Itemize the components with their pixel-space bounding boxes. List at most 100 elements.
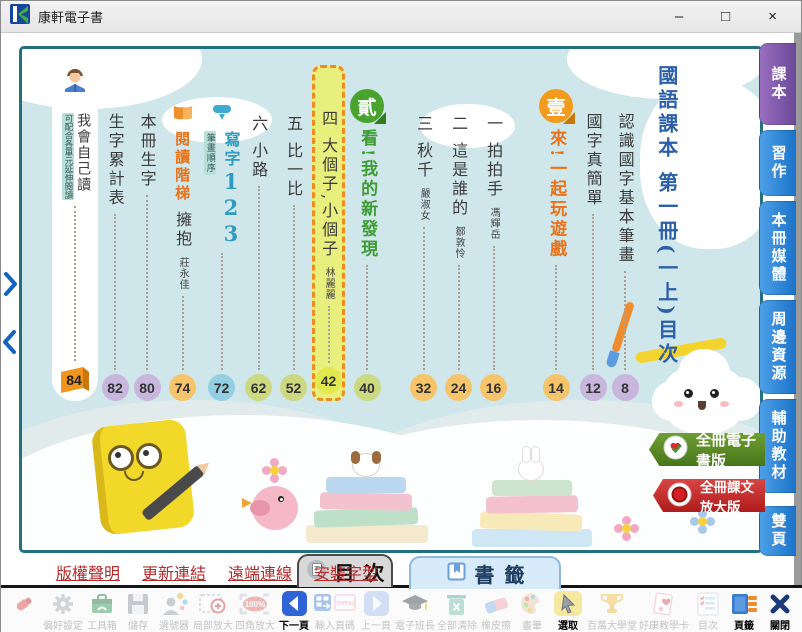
toolbar-好康教學卡[interactable]: 好康教學卡 [639, 590, 689, 632]
toolbar-上一頁[interactable]: 上一頁 [359, 590, 393, 632]
footer-link[interactable]: 更新連結 [142, 560, 206, 584]
toolbar-label: 全部清除 [437, 617, 477, 632]
toc-entry[interactable]: 閱讀階梯擁抱莊永佳74 [164, 65, 201, 401]
marker-icon [11, 590, 37, 617]
side-tab-本冊媒體[interactable]: 本冊媒體 [759, 201, 796, 295]
toc-entry-text: 閱讀階梯擁抱莊永佳 [174, 131, 191, 290]
toolbar-輸入頁碼[interactable]: menu輸入頁碼 [313, 590, 357, 632]
toolbar-偏好設定[interactable]: 偏好設定 [43, 590, 83, 632]
ribbon-button-green[interactable]: 全冊電子書版 [649, 433, 765, 466]
book-stack [300, 429, 440, 553]
toolbar-label: 目次 [698, 617, 718, 632]
toc-entry-text: 一拍拍手馮輝岳 [485, 115, 502, 240]
app-logo-icon [9, 3, 31, 30]
boy-reading-icon [59, 67, 91, 98]
page-number: 16 [480, 374, 507, 401]
dotted-leader [74, 206, 76, 361]
footer-links: 版權聲明更新連結遠端連線安裝字型 [56, 560, 378, 584]
toc-entry-text: 生字累計表 [106, 113, 123, 208]
footer-link[interactable]: 安裝字型 [314, 560, 378, 584]
toolbar-目次[interactable]: 目次 [691, 590, 725, 632]
app-title: 康軒電子書 [38, 7, 103, 26]
record-icon [667, 482, 692, 510]
toolbar-label: 電子班長 [395, 617, 435, 632]
close-button[interactable]: × [768, 9, 777, 24]
toolbar-marker[interactable] [7, 590, 41, 617]
zoom-corner-icon: 100% [236, 590, 274, 617]
toolbar-選取[interactable]: 選取 [551, 590, 585, 632]
toc-entry[interactable]: 生字累計表82 [100, 65, 130, 401]
toolbar-頁籤[interactable]: 頁籤 [727, 590, 761, 632]
dotted-leader [624, 271, 626, 370]
title-bar: 康軒電子書 – □ × [1, 1, 801, 33]
footer-link[interactable]: 遠端連線 [228, 560, 292, 584]
toc-entry[interactable]: 六小路62 [242, 65, 275, 401]
dotted-leader [592, 214, 594, 370]
page-title: 國語課本 第一冊(一上)目次 [655, 65, 677, 367]
toc-entry[interactable]: 國字真簡單12 [578, 65, 608, 401]
ribbon-button-red[interactable]: 全冊課文放大版 [653, 479, 765, 512]
page-number: 14 [543, 374, 570, 401]
page-number: 80 [134, 374, 161, 401]
toc-entry-text: 本冊生字 [138, 113, 155, 189]
toolbar-四角放大[interactable]: 100%四角放大 [235, 590, 275, 632]
quiz-icon [598, 590, 626, 617]
prev-page-icon [363, 590, 390, 617]
toolbar-label: 選取 [558, 617, 578, 632]
toolbar-label: 關閉 [770, 617, 790, 632]
minimize-button[interactable]: – [675, 9, 683, 24]
toolbar-選號器[interactable]: 選號器 [157, 590, 191, 632]
toolbar-關閉[interactable]: 關閉 [763, 590, 797, 632]
dotted-leader [328, 306, 330, 363]
toc-entry[interactable]: 壹來!一起玩遊戲14 [536, 65, 576, 401]
bottom-tab-書籤[interactable]: 書籤 [409, 556, 561, 589]
dotted-leader [221, 253, 223, 370]
toc-entry-text: 五比一比 [285, 115, 302, 199]
toolbar-百萬大學堂[interactable]: 百萬大學堂 [587, 590, 637, 632]
toc-entry[interactable]: 寫字123筆畫順序72 [203, 65, 240, 401]
page-next-chevron[interactable] [2, 271, 18, 297]
page-number: 40 [354, 374, 381, 401]
bottom-tab-label: 書籤 [475, 559, 535, 588]
section-badge: 壹 [539, 89, 573, 123]
toc-entry[interactable]: 貳看!我的新發現40 [347, 65, 387, 401]
toc-entry-highlighted[interactable]: 四大個子,小個子林麗麗42 [312, 65, 345, 401]
maximize-button[interactable]: □ [721, 9, 730, 24]
toolbar-label: 頁籤 [734, 617, 754, 632]
toolbar-label: 上一頁 [361, 617, 391, 632]
toolbar-label: 儲存 [128, 617, 148, 632]
toc-entry[interactable]: 我會自己讀可配合各單元延伸閱讀84 [52, 79, 98, 401]
toc-entry[interactable]: 本冊生字 80 [132, 65, 162, 401]
side-tab-課本[interactable]: 課本 [759, 43, 796, 125]
toc-entry[interactable]: 三秋千嚴淑女32 [407, 65, 440, 401]
side-tab-習作[interactable]: 習作 [759, 130, 796, 196]
toc-entry[interactable]: 五比一比52 [277, 65, 310, 401]
clear-all-icon [445, 590, 469, 617]
side-tab-雙頁[interactable]: 雙頁 [759, 506, 796, 556]
page-number: 12 [580, 374, 607, 401]
bookmark-icon [446, 561, 467, 586]
toc-entry[interactable]: 認識國字基本筆畫8 [610, 65, 640, 401]
toolbar-電子班長[interactable]: 電子班長 [395, 590, 435, 632]
toolbar-局部放大[interactable]: 局部放大 [193, 590, 233, 632]
flower [622, 524, 631, 533]
toolbar-下一頁[interactable]: 下一頁 [277, 590, 311, 632]
toolbar-divider [1, 585, 802, 588]
footer-link[interactable]: 版權聲明 [56, 560, 120, 584]
toolbar-橡皮擦[interactable]: 橡皮擦 [479, 590, 513, 632]
dotted-leader [555, 265, 557, 370]
book-character [78, 401, 228, 551]
toolbar-label: 百萬大學堂 [587, 617, 637, 632]
toc-entry[interactable]: 一拍拍手馮輝岳 16 [477, 65, 510, 401]
toolbar-儲存[interactable]: 儲存 [121, 590, 155, 632]
toolbar-全部清除[interactable]: 全部清除 [437, 590, 477, 632]
page-number: 24 [445, 374, 472, 401]
side-tab-周邊資源[interactable]: 周邊資源 [759, 300, 796, 394]
page-prev-chevron[interactable] [2, 329, 18, 355]
toolbar-label: 輸入頁碼 [315, 617, 355, 632]
save-icon [126, 590, 150, 617]
toolbar-工具箱[interactable]: 工具箱 [85, 590, 119, 632]
toc-entry[interactable]: 二這是誰的鄒敦怜24 [442, 65, 475, 401]
app-window: 康軒電子書 – □ × 國語課本 第一冊(一上)目次認識國字基本筆畫8國 [0, 0, 802, 632]
toolbar-畫筆[interactable]: 畫筆 [515, 590, 549, 632]
